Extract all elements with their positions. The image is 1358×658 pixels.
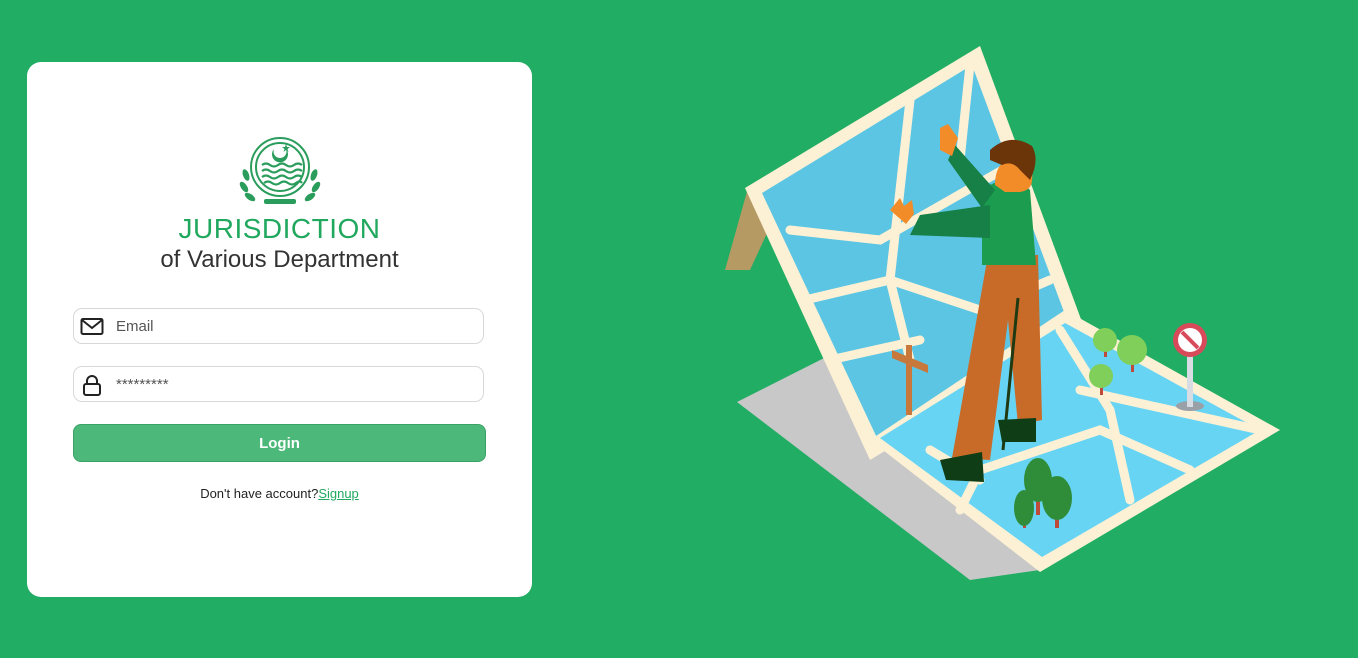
email-field[interactable]: [73, 308, 484, 344]
page-title: JURISDICTION: [178, 213, 381, 244]
envelope-icon: [80, 318, 104, 335]
map-person-illustration: [725, 46, 1280, 580]
lock-icon: [83, 375, 101, 396]
login-button[interactable]: Login: [73, 424, 486, 462]
password-input[interactable]: [116, 367, 475, 401]
signpost: [906, 345, 912, 415]
signup-link[interactable]: Signup: [318, 486, 358, 501]
signup-prompt-text: Don't have account?: [200, 486, 319, 501]
login-page: JURISDICTION of Various Department Login…: [0, 0, 1358, 658]
page-subtitle: of Various Department: [160, 246, 399, 273]
government-emblem-logo: [239, 137, 321, 204]
password-field[interactable]: [73, 366, 484, 402]
signup-prompt-line: Don't have account?Signup: [27, 486, 532, 501]
email-input[interactable]: [116, 309, 475, 343]
